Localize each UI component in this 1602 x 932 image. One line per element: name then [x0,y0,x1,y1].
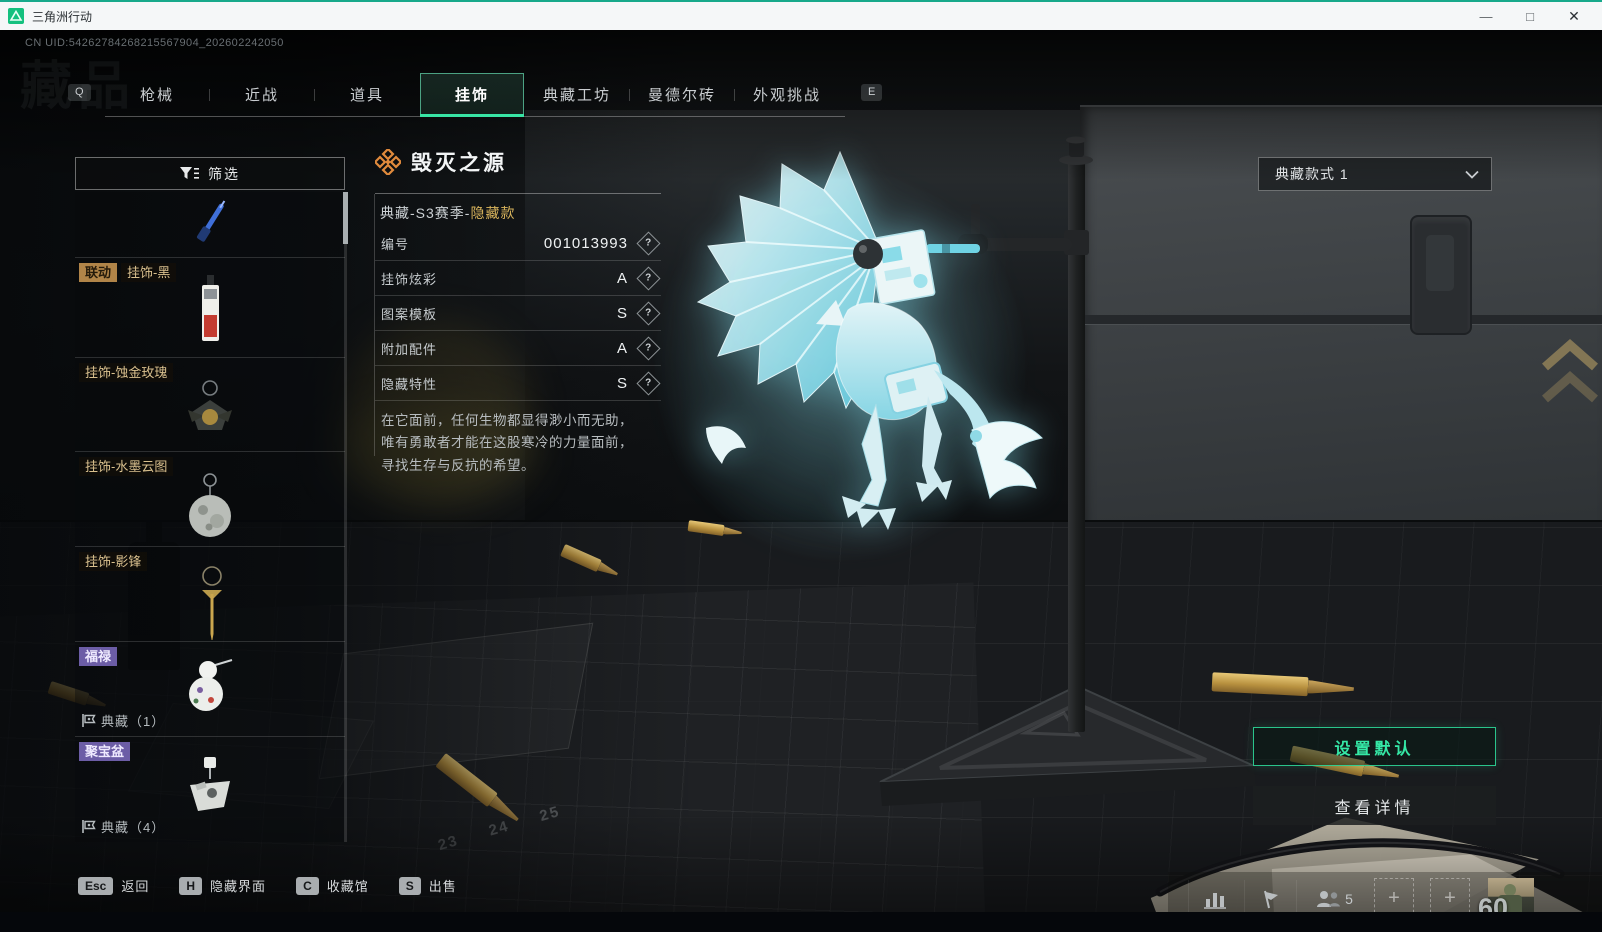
charm-thumbnail [188,379,232,430]
game-viewport: 23 24 25 [0,30,1602,932]
next-tab-keybadge: E [861,84,883,101]
charm-detail-header: 毁灭之源 [375,147,507,177]
people-icon [1317,891,1341,907]
set-default-button[interactable]: 设置默认 [1253,727,1496,766]
help-icon[interactable]: ? [636,265,661,291]
c-keybadge: C [296,876,319,895]
charm-tag: 联动 [79,263,118,282]
crate-seam [1080,315,1602,325]
prev-tab-keybadge: Q [68,84,91,101]
team-count: 5 [1345,891,1353,907]
collection-count: 典藏（4） [101,820,166,835]
charm-list-item[interactable]: 挂饰-蚀金玫瑰 [75,358,345,452]
crate-arrow-marking [1542,339,1598,403]
charm-series: 典藏-S3赛季-隐藏款 [380,203,515,223]
stat-row-colorway: 挂饰炫彩 A ? [375,261,661,296]
collection-count: 典藏（1） [101,714,166,729]
help-icon[interactable]: ? [636,370,661,396]
hint-collection-hall[interactable]: C 收藏馆 [296,876,369,895]
chevron-down-icon [1465,170,1479,179]
charm-description: 在它面前，任何生物都显得渺小而无助，唯有勇敢者才能在这股寒冷的力量面前，寻找生存… [381,413,633,473]
collection-badge: 典藏（1） [81,711,165,730]
tab-collection-workshop[interactable]: 典藏工坊 [525,73,629,116]
tab-firearms[interactable]: 枪械 [105,73,209,116]
filter-icon [180,167,199,179]
charm-label: 挂饰-黑 [121,263,177,282]
stat-row-hidden-trait: 隐藏特性 S ? [375,366,661,401]
series-prefix: 典藏-S3赛季- [380,205,471,221]
tab-mandel-brick[interactable]: 曼德尔砖 [630,73,734,116]
charm-tag: 聚宝盆 [79,742,131,761]
divider [375,193,661,194]
charm-thumbnail [196,199,226,242]
tab-melee[interactable]: 近战 [210,73,314,116]
charm-stats: 编号 001013993 ? 挂饰炫彩 A ? 图案模板 S ? 附加配件 A … [375,226,661,401]
charm-thumbnail [189,473,231,537]
tab-bar: 枪械 近战 道具 挂饰 典藏工坊 曼德尔砖 外观挑战 [105,73,839,117]
charm-rarity-icon [375,149,401,175]
stat-row-pattern: 图案模板 S ? [375,296,661,331]
charm-thumbnail [189,659,233,711]
charm-label: 挂饰-蚀金玫瑰 [79,363,174,382]
collection-flag-icon [82,714,96,727]
charm-thumbnail [202,274,219,341]
s-keybadge: S [398,876,421,895]
charm-name: 毁灭之源 [411,152,507,175]
charm-list-item[interactable]: 福禄 典藏（1） [75,642,345,737]
help-icon[interactable]: ? [636,300,661,326]
filter-label: 筛选 [208,165,240,182]
account-uid: CN UID:54262784268215567904_202602242050 [25,37,284,49]
bar-chart-icon [1204,893,1226,909]
charm-list-item[interactable]: 联动 挂饰-黑 [75,258,345,358]
collection-flag-icon [82,820,96,833]
sidebar-scrollbar-thumb[interactable] [343,192,348,244]
hint-hide-ui[interactable]: H 隐藏界面 [179,876,266,895]
maximize-button[interactable]: □ [1508,2,1552,30]
collection-badge: 典藏（4） [81,817,165,836]
series-hidden-style: 隐藏款 [470,205,516,221]
tab-appearance-challenge[interactable]: 外观挑战 [735,73,839,116]
flag-icon [1264,890,1278,909]
app-logo-icon [8,8,24,24]
app-window: 三角洲行动 — □ ✕ CN UID:54262784268215567904_… [0,0,1602,932]
charm-label: 挂饰-水墨云图 [79,457,174,476]
help-icon[interactable]: ? [636,335,661,361]
charm-thumbnail [202,566,222,640]
window-title: 三角洲行动 [32,9,93,24]
charm-list-item[interactable]: 聚宝盆 典藏（4） [75,737,345,842]
crate-latch [1410,215,1472,335]
charm-list-item[interactable]: 挂饰-水墨云图 [75,452,345,547]
hint-sell[interactable]: S 出售 [398,876,457,895]
charm-label: 挂饰-影锋 [79,552,148,571]
charm-list-item[interactable] [75,192,345,258]
charm-list: 联动 挂饰-黑 挂饰-蚀金玫瑰 挂饰-水墨云图 挂饰-影锋 福禄 典藏（1） 聚… [75,192,345,842]
view-details-button[interactable]: 查看详情 [1253,786,1496,825]
shortcut-hints: Esc 返回 H 隐藏界面 C 收藏馆 S 出售 [78,876,457,895]
close-button[interactable]: ✕ [1552,2,1596,30]
hint-back[interactable]: Esc 返回 [78,876,149,895]
charm-list-item[interactable]: 挂饰-影锋 [75,547,345,642]
tab-charms[interactable]: 挂饰 [420,73,524,117]
charm-tag: 福禄 [79,647,118,666]
window-titlebar: 三角洲行动 — □ ✕ [0,0,1602,30]
h-keybadge: H [179,876,203,895]
esc-keybadge: Esc [78,876,114,895]
help-icon[interactable]: ? [636,230,661,256]
style-dropdown[interactable]: 典藏款式 1 [1258,157,1492,191]
tab-items[interactable]: 道具 [315,73,419,116]
minimize-button[interactable]: — [1464,2,1508,30]
charm-thumbnail [190,756,230,811]
filter-button[interactable]: 筛选 [75,157,345,190]
stat-row-accessory: 附加配件 A ? [375,331,661,366]
window-bottom-edge [0,912,1602,932]
style-dropdown-value: 典藏款式 1 [1275,166,1349,182]
sidebar-scrollbar-track[interactable] [344,192,347,842]
stat-row-serial: 编号 001013993 ? [375,226,661,261]
